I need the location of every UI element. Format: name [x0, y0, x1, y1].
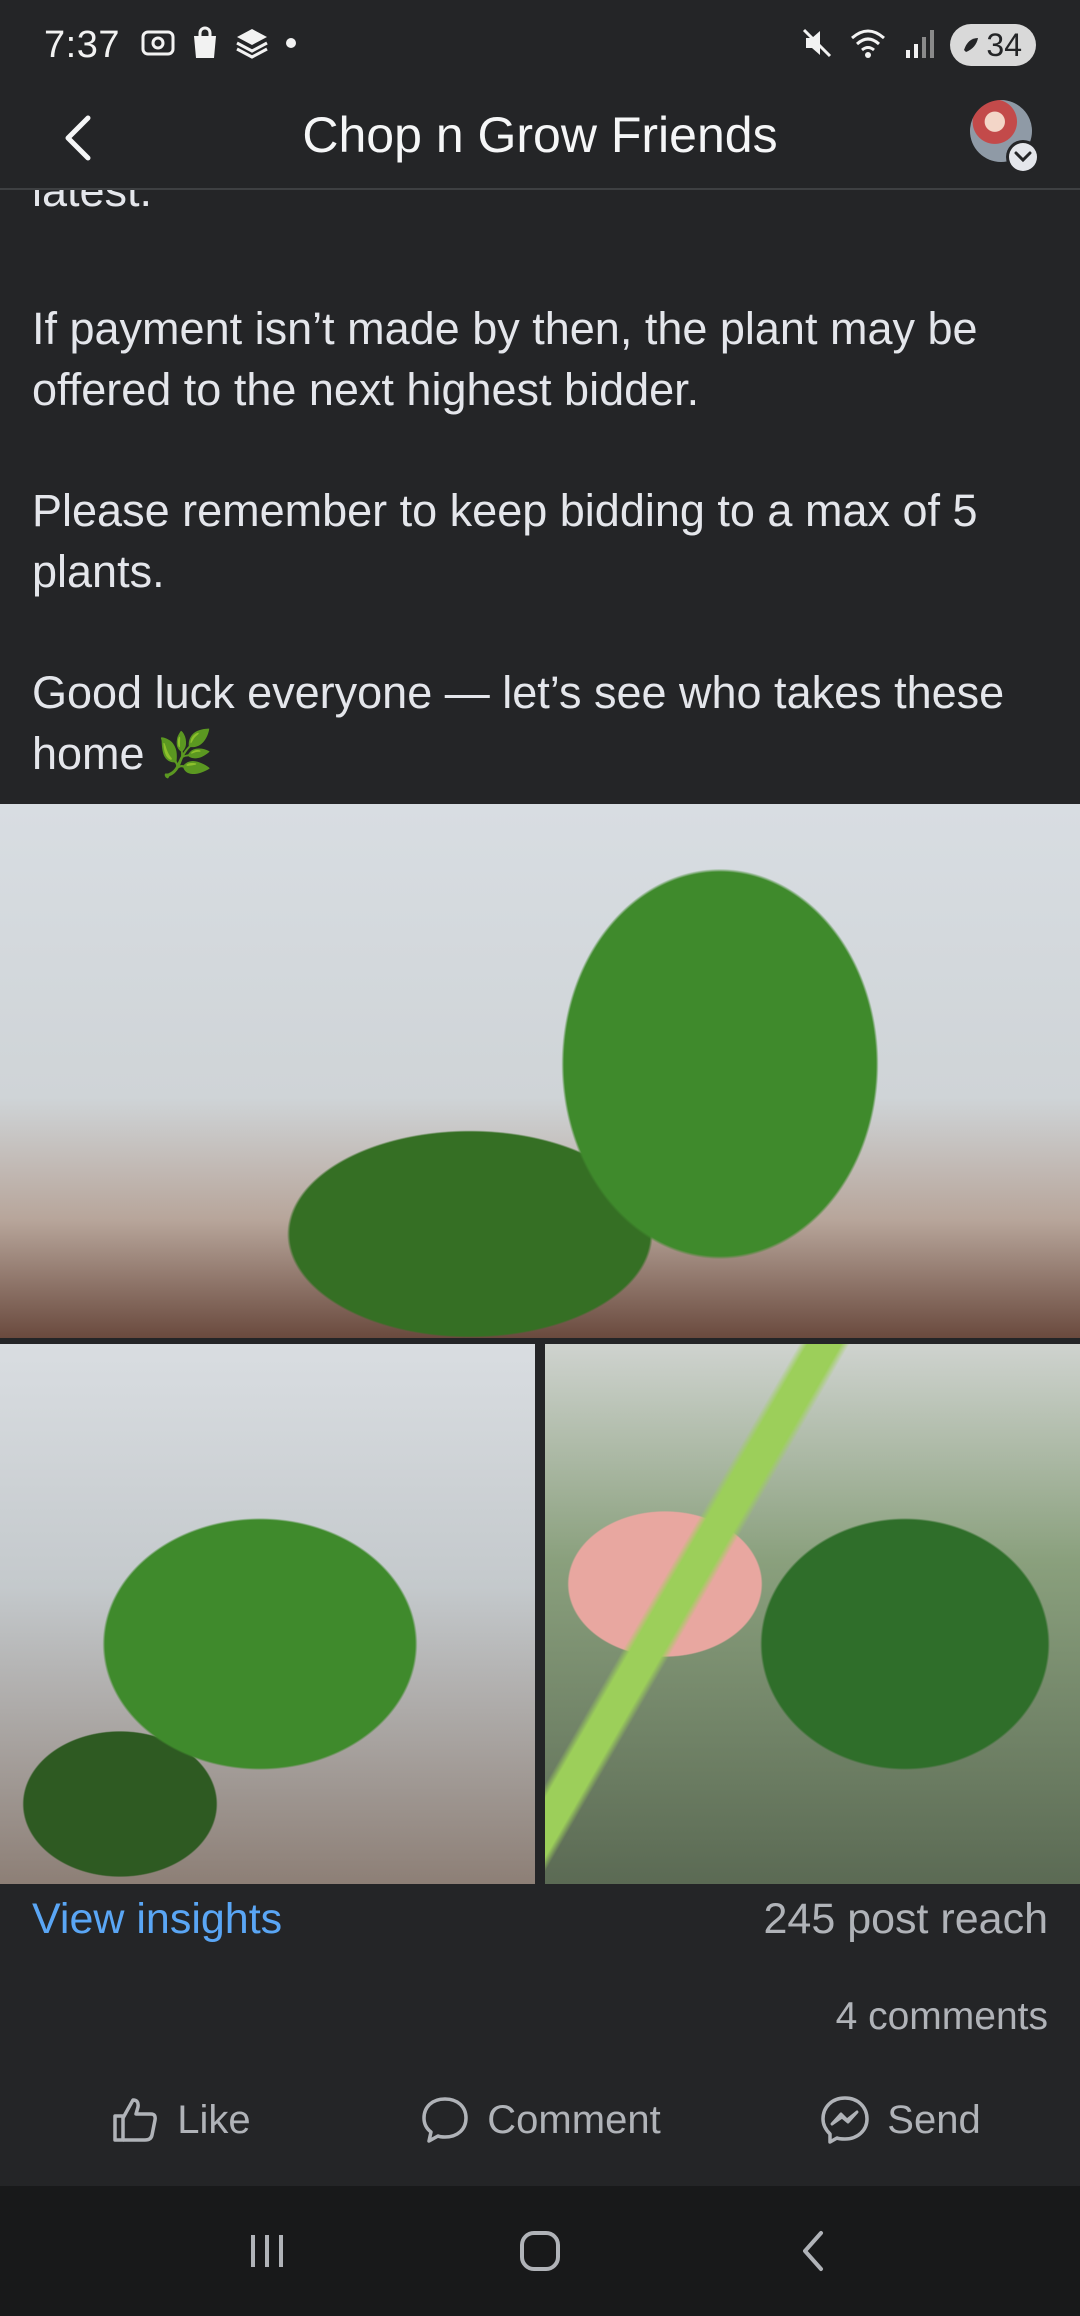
layers-icon — [234, 26, 270, 65]
system-nav-bar — [0, 2186, 1080, 2316]
photo-divider — [535, 1338, 545, 1884]
like-label: Like — [177, 2097, 251, 2142]
battery-level: 34 — [986, 26, 1022, 63]
profile-switcher-button[interactable] — [970, 100, 1040, 174]
like-button[interactable]: Like — [0, 2070, 360, 2170]
status-bar: 7:37 34 — [0, 0, 1080, 90]
recents-button[interactable] — [217, 2201, 317, 2301]
shop-icon — [190, 26, 220, 65]
mute-icon — [800, 26, 834, 65]
thumbs-up-icon — [113, 2098, 158, 2142]
screen: 7:37 34 Chop n Grow Friends latest. If p… — [0, 0, 1080, 2316]
comment-label: Comment — [487, 2097, 661, 2142]
status-right-icons: 34 — [800, 24, 1036, 66]
avatar-badge — [1006, 140, 1040, 174]
dot-icon — [284, 36, 298, 55]
wifi-icon — [848, 26, 888, 65]
home-icon — [519, 2231, 560, 2271]
post-actions: Like Comment Send — [0, 2070, 1080, 2170]
comment-button[interactable]: Comment — [360, 2070, 720, 2170]
post-paragraph: Please remember to keep bidding to a max… — [32, 485, 978, 597]
status-time: 7:37 — [44, 23, 120, 66]
recents-icon — [250, 2235, 283, 2267]
post-paragraph: If payment isn’t made by then, the plant… — [32, 303, 978, 415]
post-paragraph: Good luck everyone — let’s see who takes… — [32, 667, 1005, 779]
comment-bubble-icon — [422, 2097, 469, 2143]
page-title: Chop n Grow Friends — [302, 107, 778, 163]
post-reach: 245 post reach — [763, 1895, 1048, 1943]
messenger-icon — [821, 2096, 870, 2144]
monstera-leaf-photo[interactable] — [0, 804, 1080, 1338]
send-label: Send — [887, 2097, 981, 2142]
back-icon — [803, 2231, 824, 2271]
home-button[interactable] — [490, 2201, 590, 2301]
post-text-partial-line: latest. — [32, 190, 153, 216]
post-text: latest. If payment isn’t made by then, t… — [0, 190, 1080, 804]
comments-count-link[interactable]: 4 comments — [836, 1995, 1048, 2039]
screenshot-icon — [140, 27, 176, 64]
back-button[interactable] — [48, 108, 108, 168]
view-insights-link[interactable]: View insights — [32, 1895, 282, 1944]
system-back-button[interactable] — [763, 2201, 863, 2301]
signal-icon — [902, 26, 936, 65]
group-header: Chop n Grow Friends — [0, 90, 1080, 190]
divider — [0, 2170, 1080, 2180]
battery-icon: 34 — [950, 24, 1036, 66]
chevron-left-icon — [65, 115, 91, 161]
status-left-icons — [140, 26, 298, 65]
send-button[interactable]: Send — [720, 2070, 1080, 2170]
monstera-cutting-in-hand-photo[interactable] — [545, 1344, 1080, 1884]
chevron-down-icon — [1014, 151, 1032, 163]
monstera-leaf-closeup-photo[interactable] — [0, 1344, 535, 1884]
